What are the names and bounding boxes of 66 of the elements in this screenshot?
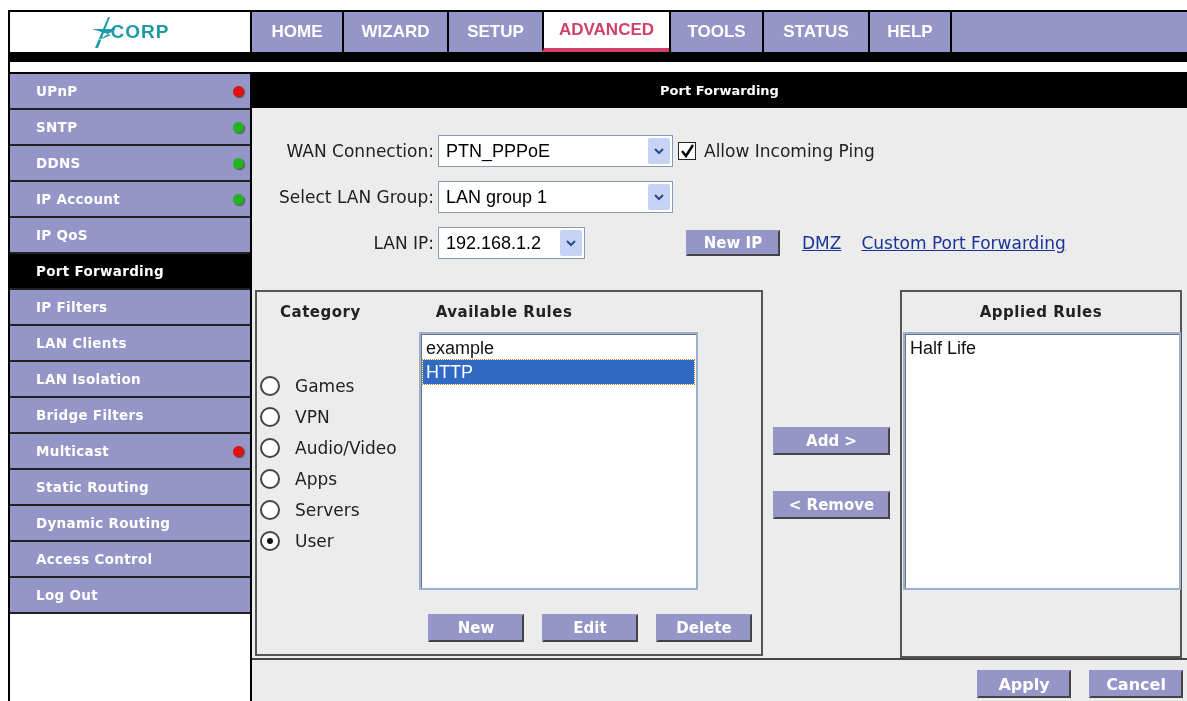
sidebar-item[interactable]: LAN Clients: [10, 326, 250, 362]
rule-button[interactable]: Edit: [542, 614, 638, 642]
nav-tab[interactable]: SETUP: [447, 12, 542, 52]
sidebar-item[interactable]: Dynamic Routing: [10, 506, 250, 542]
radio-button[interactable]: [260, 375, 280, 396]
radio-label: VPN: [295, 406, 330, 427]
sidebar-item[interactable]: UPnP: [10, 74, 250, 110]
field-label: WAN Connection:: [285, 141, 435, 161]
new-ip-button[interactable]: New IP: [686, 230, 780, 256]
column-heading: Applied Rules: [979, 303, 1103, 321]
checkmark-icon: [680, 144, 694, 158]
radio-button[interactable]: [260, 437, 280, 458]
sidebar-item[interactable]: Multicast: [10, 434, 250, 470]
chevron-down-icon: [648, 184, 670, 210]
radio-label: Games: [295, 375, 355, 396]
radio-button[interactable]: [260, 406, 280, 427]
dropdown[interactable]: 192.168.1.2: [438, 227, 585, 259]
radio-button[interactable]: [260, 468, 280, 489]
nav-tab[interactable]: ADVANCED: [542, 12, 669, 52]
logo-text: CORP: [110, 21, 170, 43]
transfer-button[interactable]: Add >: [773, 427, 890, 455]
sidebar-item[interactable]: IP QoS: [10, 218, 250, 254]
nav-tab[interactable]: HOME: [250, 12, 342, 52]
radio-button[interactable]: [260, 530, 280, 551]
field-label: LAN IP:: [372, 233, 435, 253]
rule-button[interactable]: New: [428, 614, 524, 642]
rules-listbox[interactable]: Half Life: [903, 332, 1181, 590]
form-button[interactable]: Cancel: [1089, 670, 1183, 698]
link[interactable]: DMZ: [802, 233, 842, 253]
rules-listbox[interactable]: example HTTP: [419, 332, 698, 590]
nav-tab[interactable]: STATUS: [762, 12, 868, 52]
list-item[interactable]: Half Life: [907, 336, 1177, 360]
radio-button[interactable]: [260, 499, 280, 520]
sidebar-item[interactable]: IP Account: [10, 182, 250, 218]
list-item[interactable]: example: [423, 336, 694, 360]
list-item[interactable]: HTTP: [423, 360, 694, 384]
nav-tab[interactable]: WIZARD: [342, 12, 447, 52]
column-heading: Available Rules: [435, 303, 573, 321]
nav-tab[interactable]: TOOLS: [669, 12, 762, 52]
radio-label: Audio/Video: [295, 437, 397, 458]
sidebar-item[interactable]: Static Routing: [10, 470, 250, 506]
field-label: Select LAN Group:: [278, 187, 435, 207]
column-heading: Category: [280, 303, 361, 321]
sidebar-item[interactable]: Log Out: [10, 578, 250, 614]
radio-label: User: [295, 530, 334, 551]
sidebar-item[interactable]: LAN Isolation: [10, 362, 250, 398]
checkbox-label: Allow Incoming Ping: [704, 141, 875, 161]
dropdown[interactable]: LAN group 1: [438, 181, 673, 213]
sidebar-item[interactable]: IP Filters: [10, 290, 250, 326]
page-title: Port Forwarding: [660, 82, 779, 98]
sidebar-item[interactable]: SNTP: [10, 110, 250, 146]
dropdown[interactable]: PTN_PPPoE: [438, 135, 673, 167]
chevron-down-icon: [560, 230, 582, 256]
checkbox[interactable]: [678, 142, 696, 160]
sidebar-item[interactable]: Access Control: [10, 542, 250, 578]
nav-tab[interactable]: HELP: [868, 12, 950, 52]
link[interactable]: Custom Port Forwarding: [861, 233, 1066, 253]
chevron-down-icon: [648, 138, 670, 164]
sidebar-item[interactable]: Bridge Filters: [10, 398, 250, 434]
sidebar-item[interactable]: Port Forwarding: [10, 254, 250, 290]
radio-label: Servers: [295, 499, 360, 520]
form-button[interactable]: Apply: [977, 670, 1071, 698]
rule-button[interactable]: Delete: [656, 614, 752, 642]
radio-label: Apps: [295, 468, 338, 489]
sidebar-item[interactable]: DDNS: [10, 146, 250, 182]
transfer-button[interactable]: < Remove: [773, 491, 890, 519]
